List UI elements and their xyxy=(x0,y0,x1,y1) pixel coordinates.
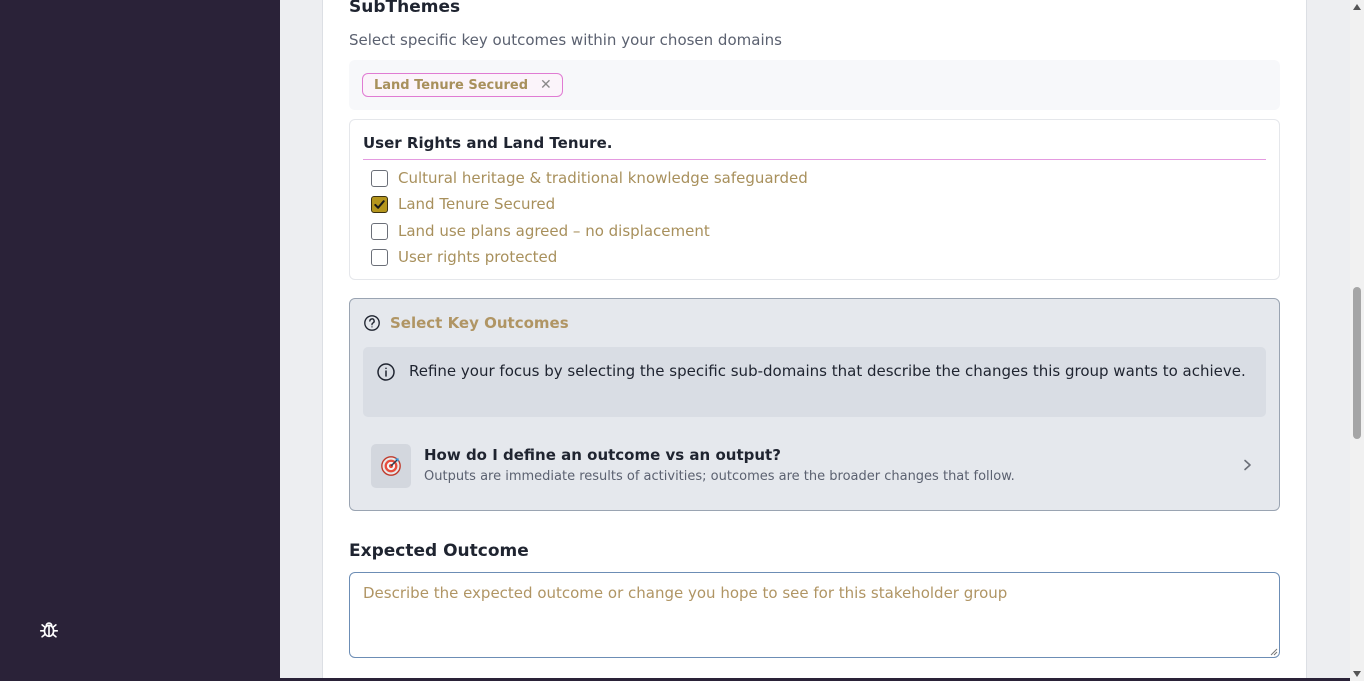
howto-title: How do I define an outcome vs an output? xyxy=(424,446,781,464)
scroll-down-arrow[interactable] xyxy=(1350,667,1364,681)
option-user-rights[interactable]: User rights protected xyxy=(371,247,557,267)
option-land-tenure-secured[interactable]: Land Tenure Secured xyxy=(371,194,555,214)
howto-description: Outputs are immediate results of activit… xyxy=(424,469,1015,484)
expected-outcome-label: Expected Outcome xyxy=(349,541,529,561)
expected-outcome-textarea[interactable] xyxy=(349,572,1280,658)
checkbox[interactable] xyxy=(371,248,388,266)
checkbox-checked[interactable] xyxy=(371,195,388,213)
triangle-up-icon xyxy=(1353,4,1361,10)
help-circle-icon xyxy=(364,315,380,331)
option-land-use-plans[interactable]: Land use plans agreed – no displacement xyxy=(371,221,710,241)
option-label: Land use plans agreed – no displacement xyxy=(398,222,710,240)
target-icon xyxy=(381,456,401,476)
info-box xyxy=(363,347,1266,417)
sidebar xyxy=(0,0,280,681)
option-label: User rights protected xyxy=(398,248,558,266)
selected-chip: Land Tenure Secured ✕ xyxy=(362,73,563,97)
option-label: Cultural heritage & traditional knowledg… xyxy=(398,169,808,187)
triangle-down-icon xyxy=(1353,671,1361,677)
key-outcomes-header: Select Key Outcomes xyxy=(363,312,569,334)
info-icon xyxy=(377,363,395,381)
subthemes-subtitle: Select specific key outcomes within your… xyxy=(349,31,782,49)
debug-button[interactable] xyxy=(35,615,63,643)
page-scrollbar[interactable] xyxy=(1350,0,1364,681)
scroll-up-arrow[interactable] xyxy=(1350,0,1364,14)
subthemes-title: SubThemes xyxy=(349,0,461,17)
info-text: Refine your focus by selecting the speci… xyxy=(409,362,1246,380)
close-icon[interactable]: ✕ xyxy=(540,78,552,92)
bug-icon xyxy=(39,622,59,638)
key-outcomes-title: Select Key Outcomes xyxy=(390,314,569,332)
option-cultural-heritage[interactable]: Cultural heritage & traditional knowledg… xyxy=(371,168,808,188)
scrollbar-thumb[interactable] xyxy=(1353,287,1361,439)
chevron-right-icon[interactable] xyxy=(1240,457,1254,473)
checkbox[interactable] xyxy=(371,222,388,240)
option-label: Land Tenure Secured xyxy=(398,195,556,213)
check-icon xyxy=(374,199,385,209)
group-title: User Rights and Land Tenure. xyxy=(363,134,1266,160)
checkbox[interactable] xyxy=(371,169,388,187)
howto-icon-box xyxy=(371,444,411,488)
chip-label: Land Tenure Secured xyxy=(374,77,529,93)
resize-handle-icon[interactable] xyxy=(1268,646,1278,656)
